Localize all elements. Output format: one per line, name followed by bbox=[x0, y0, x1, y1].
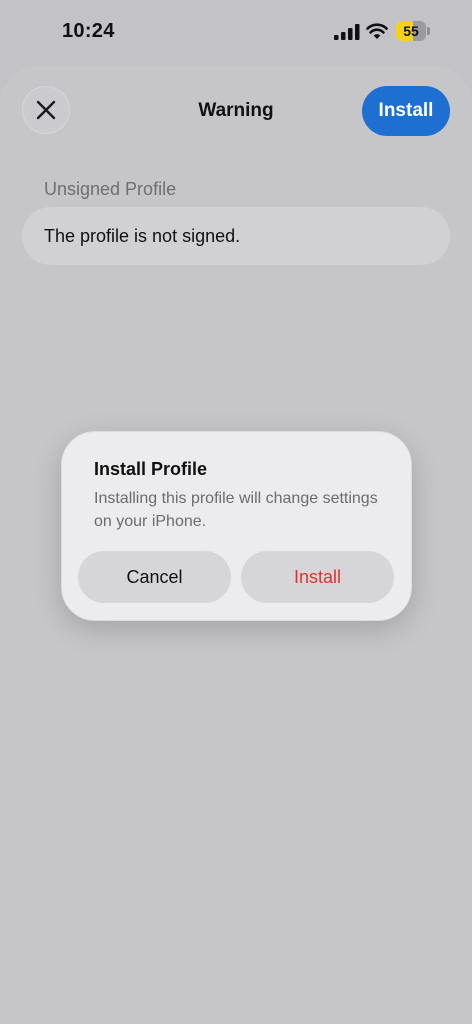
cellular-signal-icon bbox=[334, 24, 360, 40]
info-cell-text: The profile is not signed. bbox=[44, 226, 241, 246]
status-time: 10:24 bbox=[62, 20, 115, 42]
battery-icon: 55 bbox=[396, 21, 430, 41]
wifi-icon bbox=[366, 23, 388, 39]
battery-level: 55 bbox=[403, 23, 419, 39]
info-cell: The profile is not signed. bbox=[22, 207, 450, 265]
status-bar: 10:24 55 bbox=[0, 0, 472, 64]
cancel-button[interactable]: Cancel bbox=[78, 551, 231, 603]
install-alert-button[interactable]: Install bbox=[241, 551, 394, 603]
install-profile-alert: Install Profile Installing this profile … bbox=[61, 431, 412, 621]
alert-message: Installing this profile will change sett… bbox=[94, 490, 378, 530]
screen: 10:24 55 Warning Install Unsigned Profil… bbox=[0, 0, 472, 1024]
section-header: Unsigned Profile bbox=[44, 179, 177, 199]
alert-title: Install Profile bbox=[94, 459, 208, 479]
install-nav-button[interactable]: Install bbox=[362, 86, 450, 136]
